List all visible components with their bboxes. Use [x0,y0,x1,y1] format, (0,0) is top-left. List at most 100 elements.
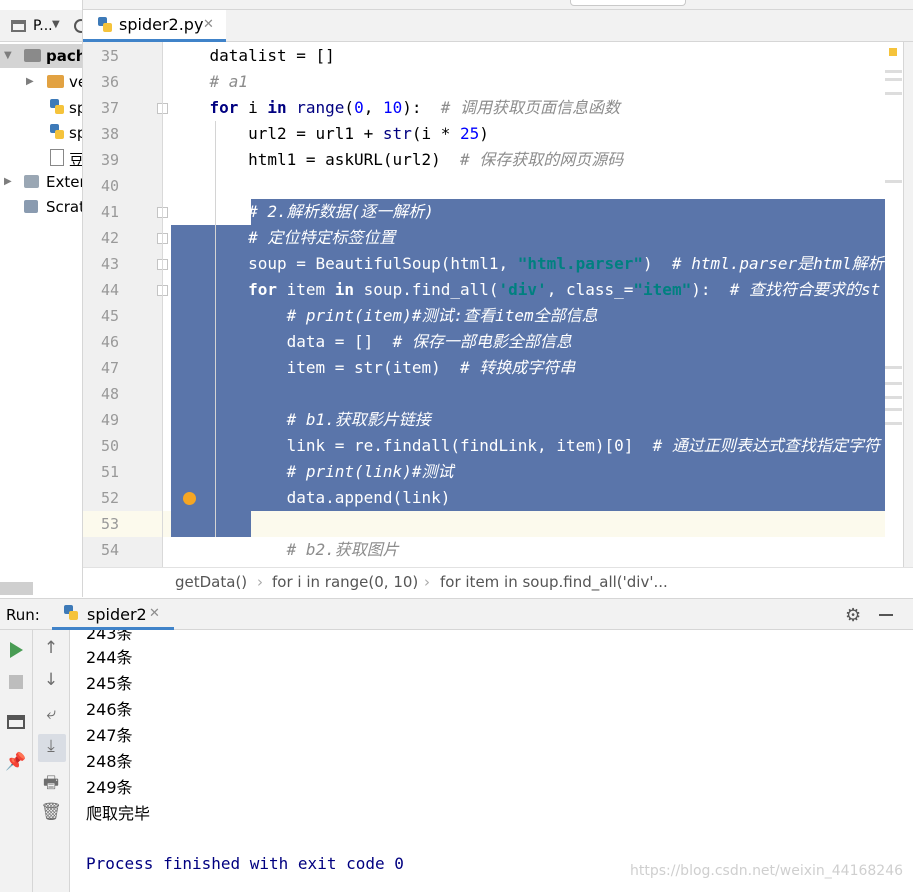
code-marker[interactable] [885,180,902,183]
tree-item-scratches[interactable]: Scrat [0,195,83,219]
scroll-to-end-icon[interactable]: ⤓ [39,736,63,756]
tree-item-label: sp [69,99,82,117]
chevron-down-icon[interactable]: ▼ [4,50,12,61]
window-top-strip [0,0,913,10]
line-number: 51 [100,463,119,481]
run-toolbar-primary: 📌 [0,630,33,892]
run-window-label: Run: [6,606,40,624]
code-marker[interactable] [885,396,902,399]
stop-icon[interactable] [9,675,23,689]
line-number: 44 [100,281,119,299]
code-marker[interactable] [885,70,902,73]
code-line: data = [] # 保存一部电影全部信息 [171,332,572,351]
pin-icon[interactable]: 📌 [4,752,28,772]
breadcrumb-item[interactable]: getData() [175,573,247,591]
chevron-right-icon[interactable]: ▶ [26,76,34,87]
code-line: # print(link)#测试 [286,462,454,481]
console-line: 243条 [86,630,133,643]
line-number: 35 [100,47,119,65]
breadcrumb-item[interactable]: for item in soup.find_all('div'... [440,573,668,591]
line-number: 37 [100,99,119,117]
close-icon[interactable]: ✕ [149,606,160,621]
project-window-icon[interactable] [11,20,26,32]
code-marker[interactable] [885,78,902,81]
tree-item-venv[interactable]: ▶ ve [0,70,82,94]
tree-item-py-file[interactable]: sp [0,121,82,145]
run-tool-window-header: Run: spider2 ✕ ⚙ [0,598,913,630]
run-tab-label: spider2 [87,605,147,624]
python-file-icon [98,17,112,34]
code-line: datalist = [] [171,46,335,65]
line-number: 53 [100,515,119,533]
line-number: 36 [100,73,119,91]
code-line: soup = BeautifulSoup(html1, "html.parser… [171,254,884,273]
gear-icon[interactable]: ⚙ [845,605,861,626]
line-number: 40 [100,177,119,195]
code-marker[interactable] [885,422,902,425]
code-line: # b2.获取图片 [286,540,399,559]
trash-icon[interactable]: 🗑 [39,802,63,822]
chevron-right-icon: › [424,573,430,591]
run-toolbar-secondary: ↑ ↓ ⤶ ⤓ 🖶 🗑 [33,630,70,892]
code-line: for item in soup.find_all('div', class_=… [248,280,881,299]
line-number: 45 [100,307,119,325]
watermark: https://blog.csdn.net/weixin_44168246 [630,863,904,879]
code-editor[interactable]: 34def getData(url1):35 datalist = []36 #… [83,42,913,567]
code-line: # a1 [209,72,249,91]
code-line: data.append(link) [171,488,451,507]
line-number: 47 [100,359,119,377]
navigation-toolbar-chip[interactable] [570,0,686,6]
editor-tab-spider2[interactable]: spider2.py ✕ [83,10,226,42]
console-line: 246条 [86,700,133,719]
python-file-icon [50,99,64,116]
minimize-icon[interactable] [879,614,893,616]
line-number: 54 [100,541,119,559]
code-line: # print(item)#测试:查看item全部信息 [286,306,598,325]
tree-item-label: ve [69,73,82,91]
line-number: 41 [100,203,119,221]
project-panel-header: P... ▼ [0,10,82,42]
line-number: 39 [100,151,119,169]
breakpoint-icon[interactable] [183,492,196,505]
code-marker[interactable] [885,382,902,385]
code-marker[interactable] [885,92,902,95]
tree-item-file[interactable]: 豆 [0,146,82,170]
console-line: 249条 [86,778,133,797]
chevron-down-icon[interactable]: ▼ [52,19,60,30]
close-icon[interactable]: ✕ [203,17,214,32]
arrow-down-icon[interactable]: ↓ [39,670,63,690]
soft-wrap-icon[interactable]: ⤶ [39,704,63,724]
horizontal-scrollbar[interactable] [0,582,33,595]
warning-marker-icon[interactable] [889,48,897,56]
locate-file-icon[interactable] [74,19,82,33]
breadcrumb: getData() › for i in range(0, 10) › for … [83,567,913,598]
layout-icon[interactable] [7,715,25,729]
folder-icon [47,75,64,88]
breadcrumb-item[interactable]: for i in range(0, 10) [272,573,418,591]
tree-item-label: Exter [46,173,83,191]
python-file-icon [64,605,78,622]
arrow-up-icon[interactable]: ↑ [39,638,63,658]
run-console-output[interactable]: 243条 244条 245条 246条 247条 248条 249条 爬取完毕 … [70,630,913,892]
tree-item-project-root[interactable]: ▼ pach [0,44,82,68]
tree-item-label: sp [69,124,82,142]
code-line: html1 = askURL(url2) # 保存获取的网页源码 [171,150,624,169]
code-marker[interactable] [885,366,902,369]
editor-tab-bar: spider2.py ✕ [83,10,913,42]
run-tab-spider2[interactable]: spider2 ✕ [52,599,174,630]
code-line: for i in range(0, 10): # 调用获取页面信息函数 [209,98,621,117]
python-file-icon [50,124,64,141]
file-icon [50,149,64,166]
console-line: 爬取完毕 [86,804,151,823]
rerun-icon[interactable] [10,642,23,658]
chevron-right-icon[interactable]: ▶ [4,176,12,187]
code-marker[interactable] [885,408,902,411]
line-number: 46 [100,333,119,351]
tree-item-py-file[interactable]: sp [0,96,82,120]
project-panel-title[interactable]: P... [33,18,53,34]
tree-item-label: Scrat [46,198,83,216]
tree-item-external-libraries[interactable]: ▶ Exter [0,170,83,194]
process-finished-message: Process finished with exit code 0 [86,854,404,873]
print-icon[interactable]: 🖶 [39,770,63,799]
code-line: url2 = url1 + str(i * 25) [171,124,489,143]
